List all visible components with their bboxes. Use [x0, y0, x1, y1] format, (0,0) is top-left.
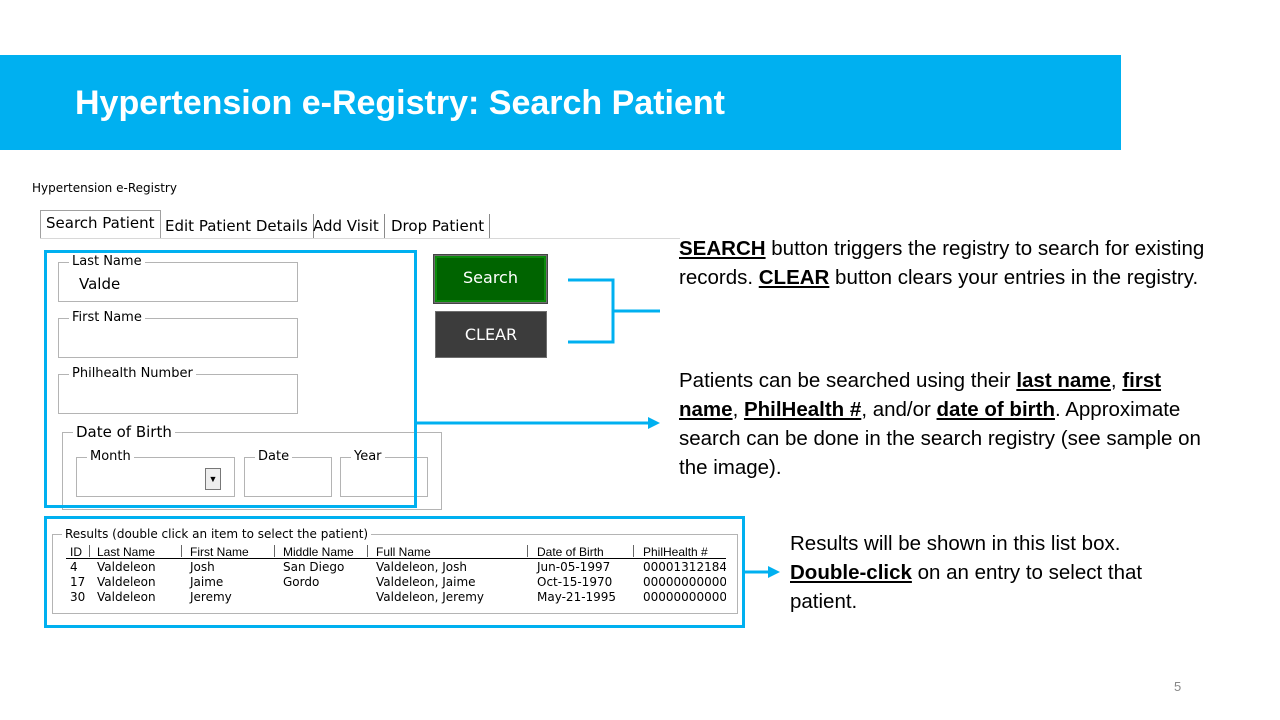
note-keyword: Double-click	[790, 561, 912, 584]
buttons-note: SEARCH button triggers the registry to s…	[679, 234, 1239, 292]
arrow-head-icon	[648, 417, 660, 429]
page-number: 5	[1174, 679, 1182, 694]
note-keyword: last name	[1016, 369, 1111, 392]
note-text: button clears your entries in the regist…	[829, 266, 1199, 289]
arrow-head-icon	[768, 566, 780, 578]
note-keyword: date of birth	[936, 398, 1055, 421]
note-keyword: PhilHealth #	[743, 398, 862, 421]
note-text: , and/or	[861, 398, 937, 421]
note-text: ,	[1110, 369, 1123, 392]
note-keyword-clear: CLEAR	[758, 266, 830, 289]
button-bracket	[568, 278, 615, 344]
note-keyword-search: SEARCH	[679, 237, 766, 260]
tab-search-patient[interactable]: Search Patient	[40, 210, 161, 238]
note-text: Results will be shown in this list box.	[790, 532, 1121, 555]
note-text: ,	[732, 398, 744, 421]
search-note: Patients can be searched using their las…	[679, 366, 1209, 482]
note-text: Patients can be searched using their	[679, 369, 1017, 392]
results-note: Results will be shown in this list box. …	[790, 529, 1190, 616]
